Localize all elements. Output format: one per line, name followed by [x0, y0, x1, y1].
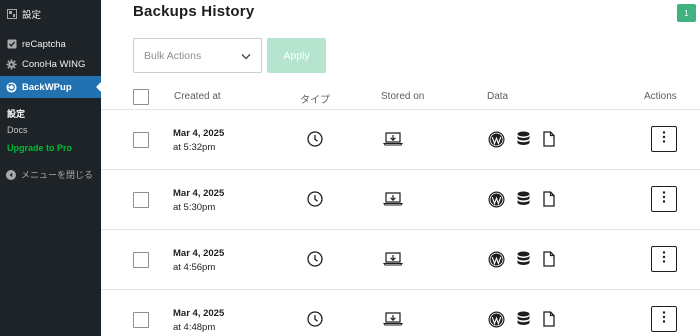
settings-grid-icon	[6, 9, 17, 20]
sidebar-item-label: 設定	[22, 10, 42, 21]
table-row: Mar 4, 2025 at 5:30pm	[101, 170, 700, 230]
chevron-down-icon	[241, 51, 251, 63]
sidebar-item-label: reCaptcha	[22, 38, 66, 50]
local-storage-icon	[383, 131, 403, 147]
row-time: at 4:56pm	[173, 262, 216, 273]
row-checkbox[interactable]	[133, 192, 149, 208]
row-checkbox[interactable]	[133, 252, 149, 268]
column-data: Data	[487, 91, 509, 102]
file-icon	[543, 311, 555, 327]
sidebar-item-settings[interactable]: 設定	[0, 3, 101, 25]
clock-icon	[307, 131, 323, 147]
collapse-arrow-icon	[6, 169, 16, 180]
main-content: Backups History 1 Bulk Actions Apply Cre…	[101, 0, 700, 336]
column-created-at[interactable]: Created at	[174, 91, 221, 102]
wordpress-icon	[488, 251, 505, 268]
row-time: at 5:32pm	[173, 142, 216, 153]
clock-icon	[307, 191, 323, 207]
row-actions-button[interactable]	[651, 186, 677, 212]
more-vertical-icon	[662, 130, 666, 148]
row-actions-button[interactable]	[651, 126, 677, 152]
sidebar-subitem-upgrade[interactable]: Upgrade to Pro	[7, 143, 72, 153]
collapse-menu-button[interactable]: メニューを閉じる	[6, 168, 93, 181]
row-actions-button[interactable]	[651, 246, 677, 272]
local-storage-icon	[383, 251, 403, 267]
backwpup-logo-icon	[6, 81, 17, 93]
local-storage-icon	[383, 311, 403, 327]
apply-button[interactable]: Apply	[267, 38, 326, 73]
database-icon	[517, 311, 530, 328]
row-time: at 5:30pm	[173, 202, 216, 213]
gear-icon	[6, 58, 17, 70]
row-time: at 4:48pm	[173, 322, 216, 333]
bulk-actions-label: Bulk Actions	[144, 49, 202, 62]
file-icon	[543, 131, 555, 147]
wordpress-icon	[488, 311, 505, 328]
row-checkbox[interactable]	[133, 312, 149, 328]
file-icon	[543, 251, 555, 267]
row-checkbox[interactable]	[133, 132, 149, 148]
row-date: Mar 4, 2025	[173, 188, 225, 199]
checkbox-icon	[6, 39, 17, 50]
wordpress-icon	[488, 131, 505, 148]
column-stored-on: Stored on	[381, 91, 425, 102]
page-title: Backups History	[133, 3, 255, 20]
table-row: Mar 4, 2025 at 4:48pm	[101, 290, 700, 336]
sidebar-subitem-docs[interactable]: Docs	[7, 125, 28, 135]
wordpress-icon	[488, 191, 505, 208]
notification-badge[interactable]: 1	[677, 4, 696, 22]
sidebar-subitem-settings[interactable]: 設定	[7, 107, 25, 120]
row-date: Mar 4, 2025	[173, 248, 225, 259]
column-actions: Actions	[644, 91, 677, 102]
more-vertical-icon	[662, 310, 666, 328]
database-icon	[517, 191, 530, 208]
admin-sidebar: 設定 reCaptcha ConoHa WING BackWPup 設定 Doc…	[0, 0, 101, 336]
sidebar-item-recaptcha[interactable]: reCaptcha	[0, 33, 101, 55]
row-date: Mar 4, 2025	[173, 128, 225, 139]
sidebar-item-label: ConoHa WING	[22, 58, 86, 70]
database-icon	[517, 131, 530, 148]
database-icon	[517, 251, 530, 268]
bulk-actions-select[interactable]: Bulk Actions	[133, 38, 262, 73]
collapse-menu-label: メニューを閉じる	[21, 170, 94, 180]
table-row: Mar 4, 2025 at 4:56pm	[101, 230, 700, 290]
local-storage-icon	[383, 191, 403, 207]
file-icon	[543, 191, 555, 207]
row-actions-button[interactable]	[651, 306, 677, 332]
select-all-checkbox[interactable]	[133, 89, 149, 105]
table-row: Mar 4, 2025 at 5:32pm	[101, 110, 700, 170]
more-vertical-icon	[662, 250, 666, 268]
sidebar-item-conoha[interactable]: ConoHa WING	[0, 53, 101, 75]
clock-icon	[307, 251, 323, 267]
clock-icon	[307, 311, 323, 327]
sidebar-item-backwpup[interactable]: BackWPup	[0, 76, 101, 98]
table-header: Created at タイプ Stored on Data Actions	[101, 84, 700, 110]
more-vertical-icon	[662, 190, 666, 208]
column-type: タイプ	[300, 95, 330, 106]
sidebar-item-label: BackWPup	[22, 81, 72, 93]
row-date: Mar 4, 2025	[173, 308, 225, 319]
